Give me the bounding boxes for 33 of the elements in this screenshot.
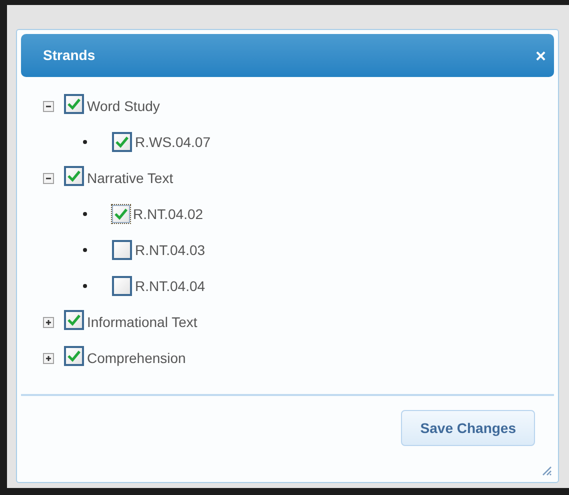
- tree-item-label[interactable]: Comprehension: [87, 348, 186, 368]
- checkmark-icon: [67, 350, 81, 362]
- bullet-icon: [83, 284, 87, 288]
- tree-item-label[interactable]: R.WS.04.07: [135, 132, 210, 152]
- checkmark-icon: [114, 208, 128, 220]
- checkbox[interactable]: [64, 346, 84, 366]
- tree-item-label[interactable]: Word Study: [87, 96, 160, 116]
- tree-item-label[interactable]: Informational Text: [87, 312, 198, 332]
- bullet-icon: [83, 140, 87, 144]
- save-changes-button[interactable]: Save Changes: [401, 410, 535, 446]
- tree-item-label[interactable]: R.NT.04.03: [135, 240, 206, 260]
- collapse-icon[interactable]: [43, 172, 54, 184]
- checkbox[interactable]: [112, 240, 132, 260]
- tree-item-label[interactable]: R.NT.04.02: [133, 204, 204, 224]
- tree-item-label[interactable]: Narrative Text: [87, 168, 174, 188]
- checkmark-icon: [67, 170, 81, 182]
- close-button[interactable]: ×: [535, 46, 546, 64]
- checkbox[interactable]: [112, 276, 132, 296]
- checkbox[interactable]: [112, 132, 132, 152]
- bullet-icon: [83, 212, 87, 216]
- checkmark-icon: [67, 98, 81, 110]
- bullet-icon: [83, 248, 87, 252]
- resize-grip-icon[interactable]: [540, 464, 552, 476]
- checkbox[interactable]: [64, 94, 84, 114]
- checkmark-icon: [115, 136, 129, 148]
- checkbox[interactable]: [64, 310, 84, 330]
- tree-item-label[interactable]: R.NT.04.04: [135, 276, 206, 296]
- checkbox[interactable]: [64, 166, 84, 186]
- expand-icon[interactable]: [43, 316, 54, 328]
- checkmark-icon: [67, 314, 81, 326]
- collapse-icon[interactable]: [43, 100, 54, 112]
- dialog-title: Strands: [43, 46, 96, 65]
- expand-icon[interactable]: [43, 352, 54, 364]
